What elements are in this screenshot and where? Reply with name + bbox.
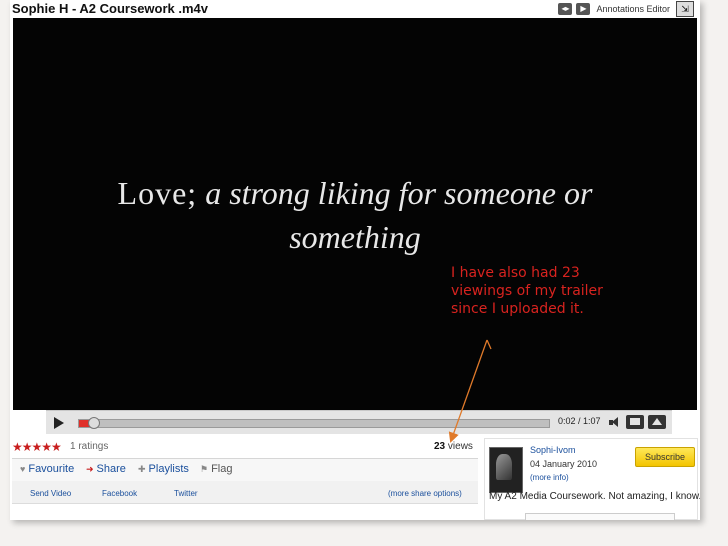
upload-date: 04 January 2010 bbox=[530, 459, 598, 469]
flag-label: Flag bbox=[211, 463, 233, 475]
action-bar: ♥ Favourite ➜ Share ✚ Playlists ⚑ Flag bbox=[12, 458, 478, 482]
quote-definition: a strong liking for someone or bbox=[197, 175, 593, 211]
fullscreen-icon[interactable] bbox=[648, 415, 666, 429]
quote-line-2: something bbox=[289, 219, 421, 255]
video-info-area: ★★★★★ 1 ratings 23 views ♥ Favourite ➜ Sha… bbox=[10, 434, 700, 520]
screenshot-frame: Sophie H - A2 Coursework .m4v ◂▸ ▶ Annot… bbox=[10, 0, 700, 520]
annotation-prev-icon[interactable]: ◂▸ bbox=[558, 3, 573, 15]
flag-icon: ⚑ bbox=[200, 464, 209, 474]
channel-info-box: Sophi-Ivom 04 January 2010 (more info) S… bbox=[484, 438, 700, 520]
embed-field[interactable] bbox=[525, 513, 675, 520]
title-bar: Sophie H - A2 Coursework .m4v ◂▸ ▶ Annot… bbox=[10, 0, 700, 18]
slide-annotation: I have also had 23 viewings of my traile… bbox=[451, 265, 603, 317]
flag-button[interactable]: ⚑ Flag bbox=[200, 463, 232, 475]
favourite-label: Favourite bbox=[28, 463, 75, 475]
more-share-options-link[interactable]: (more share options) bbox=[388, 489, 462, 498]
expand-icon[interactable]: ⇲ bbox=[676, 1, 694, 17]
video-description: My A2 Media Coursework. Not amazing, I k… bbox=[489, 491, 700, 502]
play-icon[interactable] bbox=[54, 417, 64, 429]
popout-icon[interactable] bbox=[626, 415, 644, 429]
title-bar-tools: ◂▸ ▶ Annotations Editor ⇲ bbox=[558, 1, 694, 17]
player-controls: 0:02 / 1:07 bbox=[46, 410, 672, 435]
heart-icon: ♥ bbox=[20, 464, 26, 474]
quote-line-1: Love; a strong liking for someone or bbox=[13, 174, 697, 212]
avatar[interactable] bbox=[489, 447, 523, 493]
view-count-number: 23 bbox=[434, 441, 446, 452]
view-count-label: views bbox=[447, 441, 473, 452]
arrow-right-icon: ➜ bbox=[86, 464, 94, 474]
quote-word-love: Love; bbox=[117, 175, 198, 211]
rating-stars[interactable]: ★★★★★ bbox=[12, 440, 62, 454]
scrubber-handle[interactable] bbox=[88, 417, 101, 429]
channel-username[interactable]: Sophi-Ivom bbox=[530, 445, 576, 455]
favourite-button[interactable]: ♥ Favourite bbox=[20, 463, 74, 475]
subscribe-button[interactable]: Subscribe bbox=[635, 447, 695, 467]
volume-icon[interactable] bbox=[609, 417, 621, 428]
time-display: 0:02 / 1:07 bbox=[558, 416, 601, 426]
progress-bar[interactable] bbox=[78, 417, 550, 429]
share-options-bar: Send Video Facebook Twitter (more share … bbox=[12, 481, 478, 504]
playlists-label: Playlists bbox=[148, 463, 189, 475]
more-info-link[interactable]: (more info) bbox=[530, 473, 569, 482]
ratings-count: 1 ratings bbox=[70, 441, 109, 452]
plus-icon: ✚ bbox=[138, 464, 146, 474]
send-video-link[interactable]: Send Video bbox=[30, 489, 71, 498]
twitter-link[interactable]: Twitter bbox=[174, 489, 198, 498]
share-label: Share bbox=[96, 463, 126, 475]
video-screen[interactable]: Love; a strong liking for someone or som… bbox=[13, 18, 697, 410]
playlists-button[interactable]: ✚ Playlists bbox=[138, 463, 189, 475]
annotations-editor-link[interactable]: Annotations Editor bbox=[596, 4, 670, 14]
facebook-link[interactable]: Facebook bbox=[102, 489, 137, 498]
view-count: 23 views bbox=[434, 441, 473, 452]
share-button[interactable]: ➜ Share bbox=[86, 463, 126, 475]
video-title: Sophie H - A2 Coursework .m4v bbox=[12, 1, 209, 16]
annotation-next-icon[interactable]: ▶ bbox=[576, 3, 591, 15]
